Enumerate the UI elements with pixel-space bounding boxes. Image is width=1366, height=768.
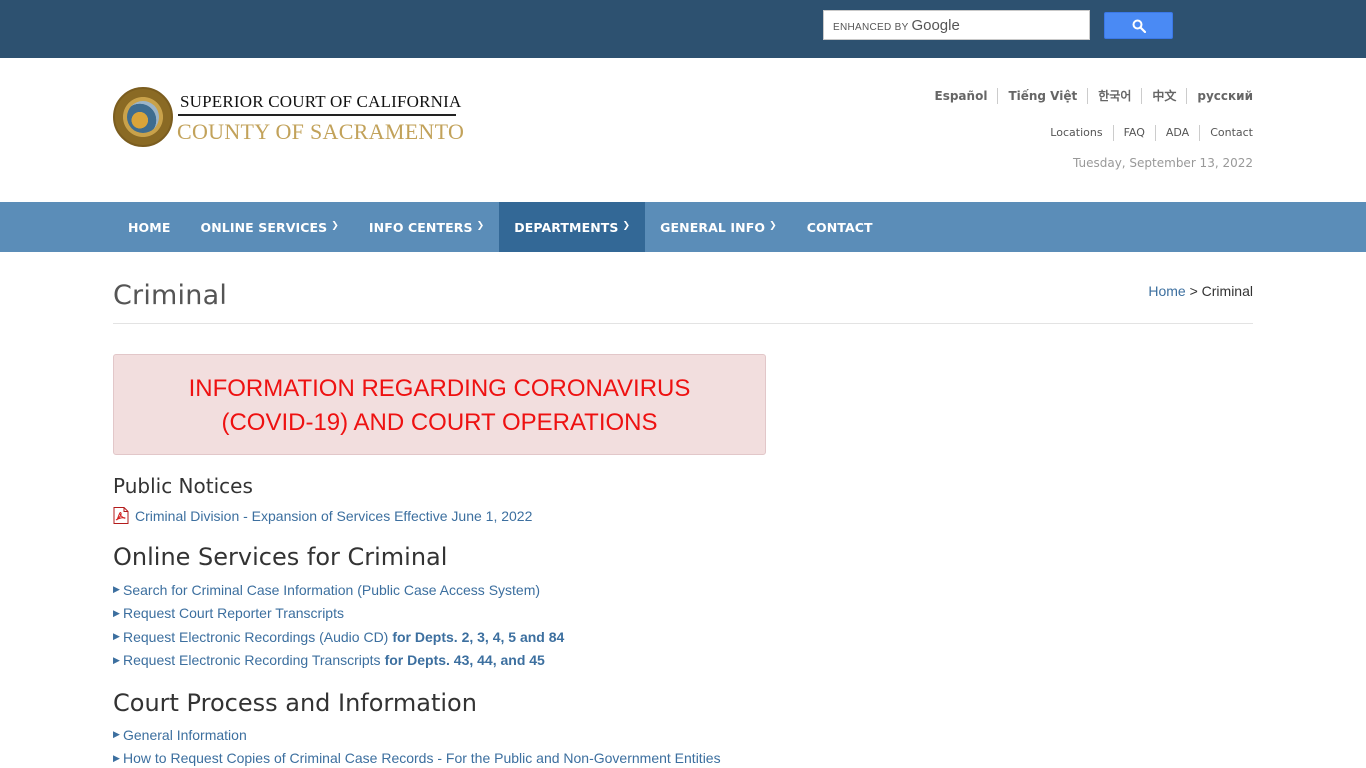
- language-link-vietnamese[interactable]: Tiếng Việt: [997, 88, 1087, 104]
- caret-right-icon: ▶: [113, 729, 120, 740]
- breadcrumb-separator: >: [1189, 283, 1198, 299]
- caret-right-icon: ▶: [113, 654, 120, 665]
- caret-right-icon: ▶: [113, 607, 120, 618]
- nav-item-contact[interactable]: CONTACT: [792, 202, 888, 252]
- breadcrumb: Home > Criminal: [1148, 283, 1253, 299]
- list-item: ▶ Request Electronic Recordings (Audio CD…: [113, 625, 564, 649]
- county-name[interactable]: COUNTY OF SACRAMENTO: [177, 119, 464, 145]
- nav-item-online-services[interactable]: ONLINE SERVICES ❯: [185, 202, 353, 252]
- service-link-electronic-recordings[interactable]: Request Electronic Recordings (Audio CD): [123, 629, 388, 645]
- top-bar: ENHANCED BY Google: [0, 0, 1366, 58]
- chevron-down-icon: ❯: [331, 221, 339, 231]
- public-notice-link[interactable]: Criminal Division - Expansion of Service…: [135, 508, 532, 524]
- covid-alert-banner[interactable]: INFORMATION REGARDING CORONAVIRUS (COVID…: [113, 354, 766, 455]
- nav-item-general-info[interactable]: GENERAL INFO ❯: [645, 202, 792, 252]
- covid-alert-line2[interactable]: (COVID-19) AND COURT OPERATIONS: [114, 406, 765, 440]
- seal-emblem: [127, 101, 159, 133]
- caret-right-icon: ▶: [113, 584, 120, 595]
- pdf-icon: [113, 507, 129, 524]
- language-link-chinese[interactable]: 中文: [1141, 88, 1186, 104]
- search-input[interactable]: [824, 11, 1089, 39]
- service-note: for Depts. 2, 3, 4, 5 and 84: [392, 628, 565, 645]
- nav-item-label: INFO CENTERS: [368, 219, 473, 235]
- court-seal-logo[interactable]: [113, 87, 173, 147]
- public-notice-item[interactable]: Criminal Division - Expansion of Service…: [113, 507, 532, 524]
- court-name[interactable]: SUPERIOR COURT OF CALIFORNIA: [180, 92, 462, 112]
- chevron-down-icon: ❯: [622, 221, 631, 231]
- nav-item-label: ONLINE SERVICES: [200, 219, 328, 235]
- caret-right-icon: ▶: [113, 752, 120, 763]
- nav-item-label: CONTACT: [806, 219, 873, 235]
- process-link-request-copies[interactable]: How to Request Copies of Criminal Case R…: [123, 750, 721, 766]
- service-link-reporter-transcripts[interactable]: Request Court Reporter Transcripts: [123, 605, 344, 621]
- list-item: ▶ How to Request Copies of Criminal Case …: [113, 747, 721, 768]
- chevron-down-icon: ❯: [476, 221, 485, 231]
- breadcrumb-current: Criminal: [1201, 283, 1253, 299]
- main-nav: HOME ONLINE SERVICES ❯ INFO CENTERS ❯ DEPA…: [0, 202, 1366, 252]
- court-process-heading: Court Process and Information: [113, 689, 477, 717]
- caret-right-icon: ▶: [113, 631, 120, 642]
- chevron-down-icon: ❯: [769, 221, 777, 231]
- nav-item-label: DEPARTMENTS: [514, 219, 619, 235]
- utility-link-locations[interactable]: Locations: [1040, 125, 1112, 141]
- title-divider: [113, 323, 1253, 324]
- language-link-russian[interactable]: русский: [1186, 88, 1253, 104]
- list-item: ▶ Search for Criminal Case Information (P…: [113, 578, 564, 602]
- list-item: ▶ Request Electronic Recording Transcript…: [113, 649, 564, 673]
- court-name-divider: [178, 114, 456, 116]
- search-icon: [1132, 19, 1146, 33]
- process-link-general-info[interactable]: General Information: [123, 727, 247, 743]
- public-notices-heading: Public Notices: [113, 474, 253, 498]
- utility-links: Locations FAQ ADA Contact: [1040, 125, 1253, 141]
- nav-item-departments[interactable]: DEPARTMENTS ❯: [499, 202, 646, 252]
- online-services-list: ▶ Search for Criminal Case Information (P…: [113, 578, 564, 672]
- search-box[interactable]: ENHANCED BY Google: [823, 10, 1090, 40]
- current-date: Tuesday, September 13, 2022: [1072, 156, 1253, 170]
- search-button[interactable]: [1104, 12, 1173, 39]
- list-item: ▶ Request Court Reporter Transcripts: [113, 602, 564, 626]
- court-process-list: ▶ General Information ▶ How to Request Cop…: [113, 723, 721, 768]
- language-links: Español Tiếng Việt 한국어 中文 русский: [925, 88, 1253, 104]
- covid-alert-line1[interactable]: INFORMATION REGARDING CORONAVIRUS: [114, 372, 765, 406]
- utility-link-faq[interactable]: FAQ: [1112, 125, 1155, 141]
- utility-link-ada[interactable]: ADA: [1154, 125, 1199, 141]
- service-note: for Depts. 43, 44, and 45: [384, 652, 545, 669]
- page-title: Criminal: [113, 280, 228, 311]
- nav-item-label: HOME: [128, 219, 171, 235]
- nav-item-label: GENERAL INFO: [660, 219, 766, 235]
- breadcrumb-home-link[interactable]: Home: [1148, 283, 1185, 299]
- nav-item-home[interactable]: HOME: [113, 202, 185, 252]
- service-link-case-search[interactable]: Search for Criminal Case Information (Pu…: [123, 582, 540, 598]
- nav-item-info-centers[interactable]: INFO CENTERS ❯: [354, 202, 499, 252]
- language-link-spanish[interactable]: Español: [925, 88, 998, 104]
- language-link-korean[interactable]: 한국어: [1087, 88, 1141, 104]
- list-item: ▶ General Information: [113, 723, 721, 747]
- service-link-recording-transcripts[interactable]: Request Electronic Recording Transcripts: [123, 652, 381, 668]
- utility-link-contact[interactable]: Contact: [1199, 125, 1253, 141]
- online-services-heading: Online Services for Criminal: [113, 543, 448, 571]
